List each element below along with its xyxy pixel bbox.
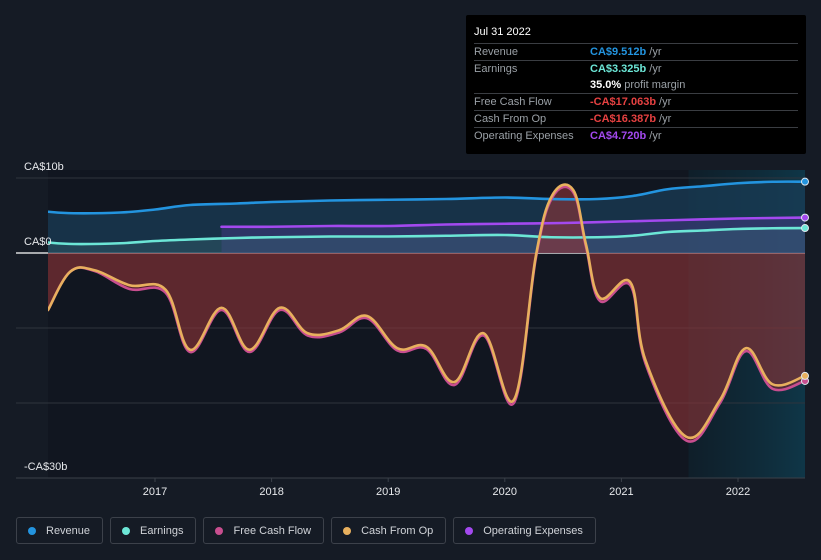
legend-dot-icon — [465, 526, 474, 535]
tooltip-row-value: -CA$16.387b — [590, 113, 657, 125]
tooltip-row-unit: /yr — [649, 130, 662, 142]
tooltip: Jul 31 2022 Revenue CA$9.512b/yr Earnings C… — [466, 15, 806, 154]
legend-dot-icon — [122, 526, 131, 535]
tooltip-row-unit: /yr — [649, 46, 662, 58]
tooltip-row: Earnings CA$3.325b/yr — [474, 61, 798, 77]
tooltip-row-label: Revenue — [474, 46, 519, 58]
operating-expenses-end-point — [801, 213, 809, 222]
x-tick-label: 2017 — [143, 486, 167, 498]
legend-label: Revenue — [46, 524, 91, 537]
legend-label: Operating Expenses — [483, 524, 583, 537]
tooltip-row: Revenue CA$9.512b/yr — [474, 44, 798, 61]
legend-label: Earnings — [140, 524, 184, 537]
tooltip-row-value: CA$9.512b — [590, 46, 647, 58]
x-tick-label: 2018 — [259, 486, 283, 498]
legend-dot-icon — [343, 526, 352, 535]
x-tick-label: 2019 — [376, 486, 400, 498]
tooltip-row-value: CA$4.720b — [590, 130, 647, 142]
x-tick-label: 2021 — [609, 486, 633, 498]
legend-dot-icon — [215, 526, 224, 535]
legend-item-operating-expenses[interactable]: Operating Expenses — [453, 517, 596, 544]
tooltip-row: 35.0% profit margin — [474, 77, 798, 94]
tooltip-row-label: Earnings — [474, 63, 518, 75]
legend-item-revenue[interactable]: Revenue — [16, 517, 104, 544]
x-tick-label: 2020 — [493, 486, 517, 498]
tooltip-row-unit: profit margin — [624, 79, 686, 91]
legend-item-earnings[interactable]: Earnings — [110, 517, 197, 544]
tooltip-row-unit: /yr — [659, 96, 672, 108]
tooltip-row-value: -CA$17.063b — [590, 96, 657, 108]
tooltip-row-unit: /yr — [659, 113, 672, 125]
tooltip-date: Jul 31 2022 — [474, 23, 798, 44]
tooltip-row-label: Operating Expenses — [474, 130, 574, 142]
tooltip-row-value: 35.0% — [590, 79, 622, 91]
legend: Revenue Earnings Free Cash Flow Cash From O… — [16, 517, 596, 544]
legend-dot-icon — [28, 526, 36, 535]
y-tick-label: -CA$30b — [24, 461, 67, 473]
tooltip-row: Cash From Op -CA$16.387b/yr — [474, 111, 798, 128]
earnings-end-point — [801, 224, 809, 233]
tooltip-row: Free Cash Flow -CA$17.063b/yr — [474, 94, 798, 111]
tooltip-row-label — [474, 77, 590, 93]
x-tick-label: 2022 — [726, 486, 750, 498]
revenue-end-point — [801, 177, 809, 186]
tooltip-row: Operating Expenses CA$4.720b/yr — [474, 128, 798, 144]
tooltip-row-unit: /yr — [649, 63, 662, 75]
legend-item-free-cash-flow[interactable]: Free Cash Flow — [203, 517, 325, 544]
tooltip-row-value: CA$3.325b — [590, 63, 647, 75]
tooltip-row-label: Cash From Op — [474, 113, 547, 125]
tooltip-row-label: Free Cash Flow — [474, 96, 552, 108]
y-tick-label: CA$0 — [24, 236, 52, 248]
legend-item-cash-from-op[interactable]: Cash From Op — [331, 517, 447, 544]
y-tick-label: CA$10b — [24, 161, 64, 173]
legend-label: Cash From Op — [361, 524, 434, 537]
legend-label: Free Cash Flow — [233, 524, 312, 537]
cash-from-op-end-point — [801, 371, 809, 380]
